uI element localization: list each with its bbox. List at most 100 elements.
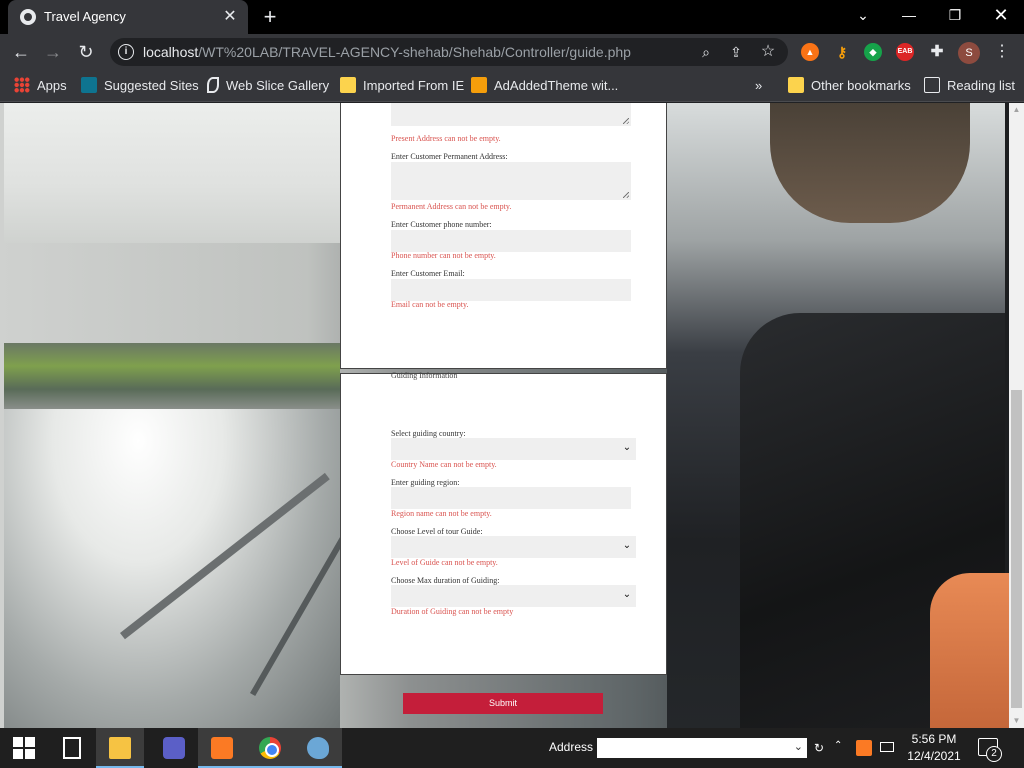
bookmark-apps[interactable]: Apps (14, 76, 67, 96)
permanent-address-label: Enter Customer Permanent Address: (391, 152, 508, 161)
browser-toolbar: ← → ↻ i localhost/WT%20LAB/TRAVEL-AGENCY… (0, 34, 1024, 70)
chrome-icon (259, 737, 281, 759)
extension-eab-icon[interactable]: EAB (896, 43, 914, 61)
back-button[interactable]: ← (8, 39, 34, 65)
duration-select[interactable]: ⌄ (391, 585, 636, 607)
extension-color-icon[interactable]: ◆ (864, 43, 882, 61)
email-input[interactable] (391, 279, 631, 301)
duration-error: Duration of Guiding can not be empty (391, 607, 514, 616)
customer-info-panel: Present Address can not be empty. Enter … (340, 103, 667, 369)
page-scrollbar[interactable]: ▲ ▼ (1009, 103, 1024, 728)
zoom-icon[interactable]: ⌕ (696, 42, 716, 62)
guiding-section-title: Guiding Information (391, 371, 458, 380)
email-label: Enter Customer Email: (391, 269, 465, 278)
guide-level-error: Level of Guide can not be empty. (391, 558, 498, 567)
folder-icon (109, 737, 131, 759)
bookmarks-overflow-button[interactable]: » (755, 76, 762, 96)
phone-error: Phone number can not be empty. (391, 251, 496, 260)
extension-avast-icon[interactable]: ▲ (801, 43, 819, 61)
extensions-puzzle-icon[interactable]: ✚ (928, 43, 946, 61)
notification-count-badge: 2 (986, 746, 1002, 762)
teams-icon (163, 737, 185, 759)
present-address-error: Present Address can not be empty. (391, 134, 501, 143)
present-address-textarea[interactable] (391, 103, 631, 126)
browser-tab[interactable]: Travel Agency ✕ (8, 0, 248, 34)
clock-date[interactable]: 12/4/2021 (905, 749, 963, 763)
browser-menu-icon[interactable]: ⋮ (994, 41, 1010, 63)
country-error: Country Name can not be empty. (391, 460, 497, 469)
profile-avatar[interactable]: S (958, 42, 980, 64)
country-label: Select guiding country: (391, 429, 466, 438)
bookmark-label: Reading list (947, 78, 1015, 93)
bookmark-label: Apps (37, 78, 67, 93)
background-photo-water (4, 409, 340, 728)
tab-close-icon[interactable]: ✕ (220, 7, 240, 27)
bookmark-label: Other bookmarks (811, 78, 911, 93)
share-icon[interactable]: ⇪ (726, 42, 746, 62)
phone-input[interactable] (391, 230, 631, 252)
region-label: Enter guiding region: (391, 478, 460, 487)
bookmark-label: Web Slice Gallery (226, 78, 330, 93)
taskbar-chrome[interactable] (246, 728, 294, 768)
bookmark-suggested-sites[interactable]: Suggested Sites (81, 76, 199, 96)
taskbar-teams[interactable] (150, 728, 198, 768)
reading-list-button[interactable]: Reading list (924, 76, 1015, 96)
chevron-down-icon[interactable]: ⌄ (794, 740, 803, 753)
clock-time[interactable]: 5:56 PM (905, 732, 963, 746)
paint-palette-icon (307, 737, 329, 759)
scroll-up-arrow-icon[interactable]: ▲ (1009, 103, 1024, 117)
submit-button[interactable]: Submit (403, 693, 603, 714)
permanent-address-textarea[interactable] (391, 162, 631, 200)
address-bar[interactable]: i localhost/WT%20LAB/TRAVEL-AGENCY-sheha… (110, 38, 788, 66)
bookmark-adaddedtheme[interactable]: AdAddedTheme wit... (471, 76, 618, 96)
taskbar-address-label: Address (549, 740, 594, 754)
taskbar-file-explorer[interactable] (96, 728, 144, 768)
reload-button[interactable]: ↻ (73, 39, 99, 65)
new-tab-button[interactable]: + (258, 5, 282, 29)
guide-level-select[interactable]: ⌄ (391, 536, 636, 558)
tab-search-button[interactable]: ⌄ (840, 0, 886, 30)
bookmark-other-bookmarks[interactable]: Other bookmarks (788, 76, 911, 96)
extension-key-icon[interactable]: ⚷ (833, 43, 851, 61)
apps-grid-icon (14, 77, 30, 93)
region-error: Region name can not be empty. (391, 509, 492, 518)
bookmark-web-slice-gallery[interactable]: Web Slice Gallery (207, 76, 329, 96)
scroll-down-arrow-icon[interactable]: ▼ (1009, 714, 1024, 728)
scrollbar-thumb[interactable] (1011, 390, 1022, 708)
chevron-down-icon: ⌄ (622, 589, 632, 600)
close-window-button[interactable]: ✕ (978, 0, 1024, 30)
folder-icon (340, 77, 356, 93)
taskbar-address-input[interactable]: ⌄ (597, 738, 807, 758)
task-view-icon (63, 737, 81, 759)
bookmark-star-icon[interactable]: ☆ (758, 42, 778, 62)
theme-icon (471, 77, 487, 93)
duration-label: Choose Max duration of Guiding: (391, 576, 500, 585)
url-text: localhost/WT%20LAB/TRAVEL-AGENCY-shehab/… (143, 44, 631, 60)
bookmark-label: Suggested Sites (104, 78, 199, 93)
background-photo-shoreline (4, 343, 340, 409)
maximize-button[interactable]: ❐ (932, 0, 978, 30)
tray-xampp-icon[interactable] (856, 740, 872, 756)
region-input[interactable] (391, 487, 631, 509)
site-info-icon[interactable]: i (118, 44, 134, 60)
email-error: Email can not be empty. (391, 300, 469, 309)
taskbar-xampp[interactable] (198, 728, 246, 768)
url-host: localhost (143, 44, 199, 60)
phone-label: Enter Customer phone number: (391, 220, 492, 229)
country-select[interactable]: ⌄ (391, 438, 636, 460)
bookmark-label: AdAddedTheme wit... (494, 78, 619, 93)
taskbar-paint[interactable] (294, 728, 342, 768)
chevron-down-icon: ⌄ (622, 442, 632, 453)
taskbar-address-go-icon[interactable]: ↻ (811, 738, 827, 758)
background-photo-sky (4, 103, 340, 243)
show-hidden-icons-button[interactable]: ⌃ (834, 740, 842, 751)
battery-icon[interactable] (880, 742, 894, 752)
forward-button[interactable]: → (40, 39, 66, 65)
guide-level-label: Choose Level of tour Guide: (391, 527, 483, 536)
bookmark-imported-from-ie[interactable]: Imported From IE (340, 76, 464, 96)
web-slice-icon (207, 77, 219, 93)
minimize-button[interactable]: — (886, 0, 932, 30)
task-view-button[interactable] (48, 728, 96, 768)
background-photo-person-head (770, 103, 970, 223)
start-button[interactable] (0, 728, 48, 768)
